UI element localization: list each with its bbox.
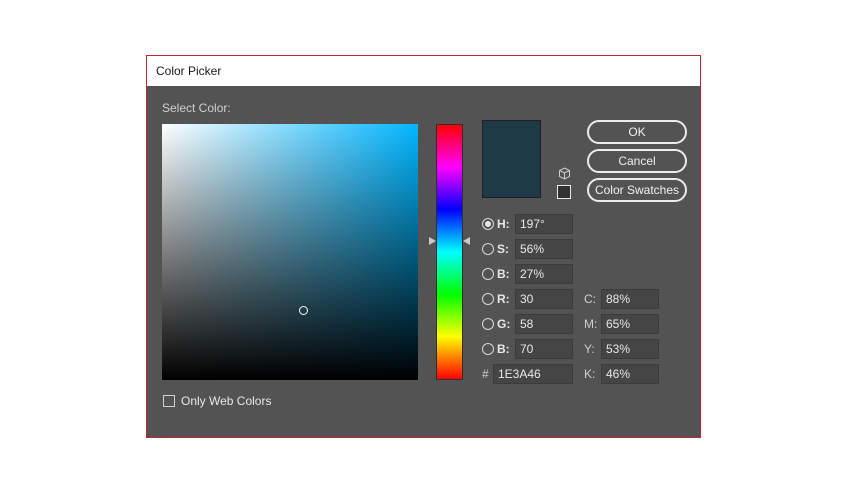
label-hex: #	[482, 367, 489, 381]
window-title: Color Picker	[147, 56, 700, 86]
radio-s[interactable]	[482, 243, 494, 255]
label-m: M:	[584, 317, 598, 331]
label-h: H:	[497, 217, 510, 231]
hue-slider-handle-left[interactable]	[429, 237, 436, 245]
input-hex[interactable]: 1E3A46	[493, 364, 573, 384]
cube-icon	[558, 167, 571, 182]
input-s[interactable]: 56%	[515, 239, 573, 259]
input-h[interactable]: 197°	[515, 214, 573, 234]
color-field-cursor[interactable]	[299, 306, 308, 315]
ok-button[interactable]: OK	[587, 120, 687, 144]
input-k[interactable]: 46%	[601, 364, 659, 384]
label-k: K:	[584, 367, 596, 381]
cancel-button[interactable]: Cancel	[587, 149, 687, 173]
only-web-colors-label: Only Web Colors	[181, 394, 272, 408]
radio-b-hsb[interactable]	[482, 268, 494, 280]
color-field[interactable]	[162, 124, 418, 380]
label-r: R:	[497, 292, 510, 306]
radio-r[interactable]	[482, 293, 494, 305]
radio-g[interactable]	[482, 318, 494, 330]
label-s: S:	[497, 242, 509, 256]
input-r[interactable]: 30	[515, 289, 573, 309]
input-m[interactable]: 65%	[601, 314, 659, 334]
color-preview	[482, 120, 541, 198]
label-b-rgb: B:	[497, 342, 510, 356]
label-c: C:	[584, 292, 596, 306]
only-web-colors-checkbox[interactable]	[163, 395, 175, 407]
color-swatches-button[interactable]: Color Swatches	[587, 178, 687, 202]
color-picker-dialog: Color Picker Select Color: OK Cancel Col…	[146, 55, 701, 438]
select-color-label: Select Color:	[162, 101, 231, 115]
input-c[interactable]: 88%	[601, 289, 659, 309]
radio-b-rgb[interactable]	[482, 343, 494, 355]
hue-slider[interactable]	[436, 124, 463, 380]
web-safe-swatch[interactable]	[557, 185, 571, 199]
input-g[interactable]: 58	[515, 314, 573, 334]
radio-h[interactable]	[482, 218, 494, 230]
input-b-hsb[interactable]: 27%	[515, 264, 573, 284]
input-b-rgb[interactable]: 70	[515, 339, 573, 359]
hue-slider-handle-right[interactable]	[463, 237, 470, 245]
label-b-hsb: B:	[497, 267, 510, 281]
input-y[interactable]: 53%	[601, 339, 659, 359]
label-g: G:	[497, 317, 511, 331]
label-y: Y:	[584, 342, 595, 356]
